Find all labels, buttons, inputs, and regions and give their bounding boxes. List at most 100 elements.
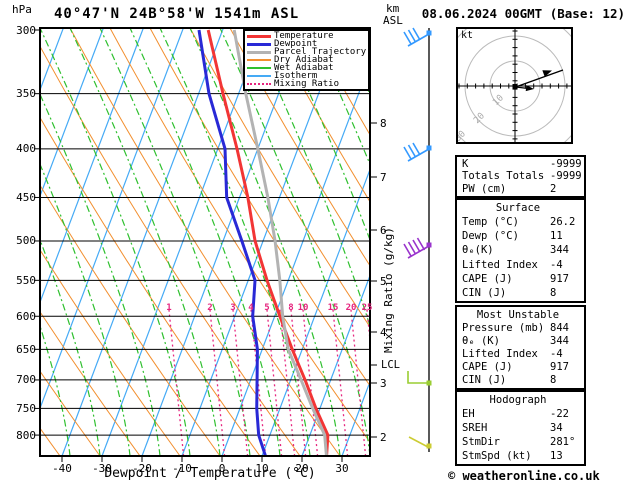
table-row: θₑ(K) 344 — [462, 244, 584, 256]
table-row-value: -9999 — [550, 170, 582, 183]
table-row-label: Lifted Index — [462, 348, 538, 361]
temp-tick-label: -40 — [52, 462, 72, 475]
pressure-tick-label: 550 — [16, 273, 36, 287]
mixing-ratio-line — [232, 307, 249, 457]
table-row-value: -9999 — [550, 158, 582, 171]
pressure-tick-label: 400 — [16, 142, 36, 156]
table-row: PW (cm) 2 — [462, 183, 584, 195]
mixing-ratio-label: 1 — [166, 303, 172, 313]
table-row: θₑ (K) 344 — [462, 335, 584, 347]
pressure-unit-label: hPa — [12, 3, 32, 16]
km-tick-label: 3 — [380, 376, 387, 390]
km-tick-label: 5 — [380, 274, 387, 288]
station-title: 40°47'N 24B°58'W 1541m ASL — [54, 6, 300, 22]
wind-barb — [408, 436, 432, 449]
pressure-tick-label: 600 — [16, 309, 36, 323]
table-row-value: 344 — [550, 244, 569, 257]
table-row-value: 8 — [550, 374, 557, 387]
table-row-value: 11 — [550, 230, 563, 243]
table-row: Totals Totals -9999 — [462, 170, 584, 182]
table-row-label: θₑ(K) — [462, 244, 494, 257]
wind-barb — [407, 371, 432, 386]
temp-tick-label: -20 — [132, 462, 152, 475]
pressure-tick-label: 300 — [16, 23, 36, 37]
table-row: CAPE (J) 917 — [462, 273, 584, 285]
temp-tick-label: 30 — [335, 462, 349, 475]
table-row-value: 281° — [550, 436, 576, 448]
legend-label: Mixing Ratio — [274, 79, 340, 89]
table-row: Lifted Index -4 — [462, 348, 584, 360]
table-row: CIN (J) 8 — [462, 287, 584, 299]
table-row-value: 917 — [550, 272, 569, 285]
hodograph-ring-label: 30 — [453, 129, 468, 144]
mixing-ratio-label: 3 — [230, 303, 236, 313]
indices-table-section: Hodograph EH -22 SREH 34 StmDir 281° StmSpd (kt… — [455, 390, 586, 466]
legend-sample-thick — [247, 50, 271, 54]
table-row-label: CAPE (J) — [462, 361, 513, 374]
table-row-value: 917 — [550, 361, 569, 374]
legend-sample-dotted — [247, 83, 271, 85]
mixing-ratio-label: 4 — [248, 303, 254, 313]
dry-adiabat-line — [40, 45, 301, 457]
temp-tick-label: 0 — [218, 462, 226, 475]
table-row-label: CAPE (J) — [462, 272, 513, 285]
wind-barb — [403, 142, 432, 162]
legend-sample-thick — [247, 34, 271, 38]
table-row-label: StmDir — [462, 436, 500, 448]
pressure-tick-label: 500 — [16, 234, 36, 248]
pressure-tick-label: 350 — [16, 87, 36, 101]
mixing-ratio-label: 25 — [361, 303, 373, 313]
lcl-marker-label: LCL — [381, 359, 400, 371]
legend-item: Mixing Ratio — [245, 79, 368, 89]
temp-tick-label: -10 — [172, 462, 192, 475]
table-row-value: -22 — [550, 408, 569, 420]
wet-adiabat-line — [249, 28, 370, 329]
isotherm-line — [61, 28, 224, 457]
legend-box: Temperature Dewpoint Parcel Trajectory Dry … — [243, 29, 370, 91]
table-row: StmSpd (kt) 13 — [462, 450, 584, 462]
hodograph-trace — [512, 69, 564, 92]
legend-sample-thin — [247, 59, 271, 61]
table-row-value: 2 — [550, 182, 557, 195]
table-row: StmDir 281° — [462, 436, 584, 448]
isotherm-line — [101, 28, 264, 457]
indices-table-section: Most Unstable Pressure (mb) 844 θₑ (K) 344 Li… — [455, 305, 586, 390]
mixing-ratio-label: 2 — [207, 303, 213, 313]
wet-adiabat-line — [99, 28, 251, 457]
table-row-label: K — [462, 158, 469, 171]
table-row-value: -4 — [550, 258, 563, 271]
wind-barb — [403, 237, 432, 259]
table-row-label: Totals Totals — [462, 170, 545, 183]
temp-tick-label: 20 — [295, 462, 309, 475]
table-row-label: Lifted Index — [462, 258, 538, 271]
temp-tick-label: -30 — [92, 462, 112, 475]
pressure-tick-label: 800 — [16, 428, 36, 442]
table-section-title: Most Unstable — [476, 308, 560, 321]
pressure-tick-label: 450 — [16, 190, 36, 204]
mixing-ratio-line — [266, 307, 283, 457]
asl-axis-label: ASL — [383, 14, 403, 27]
table-row: EH -22 — [462, 408, 584, 420]
table-section-title: Surface — [495, 202, 541, 215]
skewt-screen: 10 20 30 40°47'N 24B°58'W 1541m ASL 08.06.… — [0, 0, 629, 486]
table-section-title: Hodograph — [489, 394, 547, 406]
hodograph-ring-label: 20 — [472, 111, 487, 126]
table-row: Pressure (mb) 844 — [462, 322, 584, 334]
mixing-ratio-label: 20 — [345, 303, 357, 313]
mixing-ratio-label: 15 — [327, 303, 339, 313]
table-row-label: EH — [462, 408, 475, 420]
indices-table-section: K -9999 Totals Totals -9999 PW (cm) 2 — [455, 155, 586, 198]
table-row-value: -4 — [550, 348, 563, 361]
dry-adiabat-line — [69, 28, 341, 457]
table-row-value: 8 — [550, 286, 557, 299]
table-row-label: Dewp (°C) — [462, 230, 519, 243]
km-tick-label: 2 — [380, 430, 387, 444]
pressure-tick-label: 750 — [16, 401, 36, 415]
table-row: CIN (J) 8 — [462, 374, 584, 386]
mixing-ratio-label: 10 — [297, 303, 309, 313]
table-row-value: 344 — [550, 334, 569, 347]
table-row-value: 13 — [550, 450, 563, 462]
km-tick-label: 6 — [380, 223, 387, 237]
table-row-label: StmSpd (kt) — [462, 450, 532, 462]
mixing-ratio-label: 5 — [264, 303, 270, 313]
